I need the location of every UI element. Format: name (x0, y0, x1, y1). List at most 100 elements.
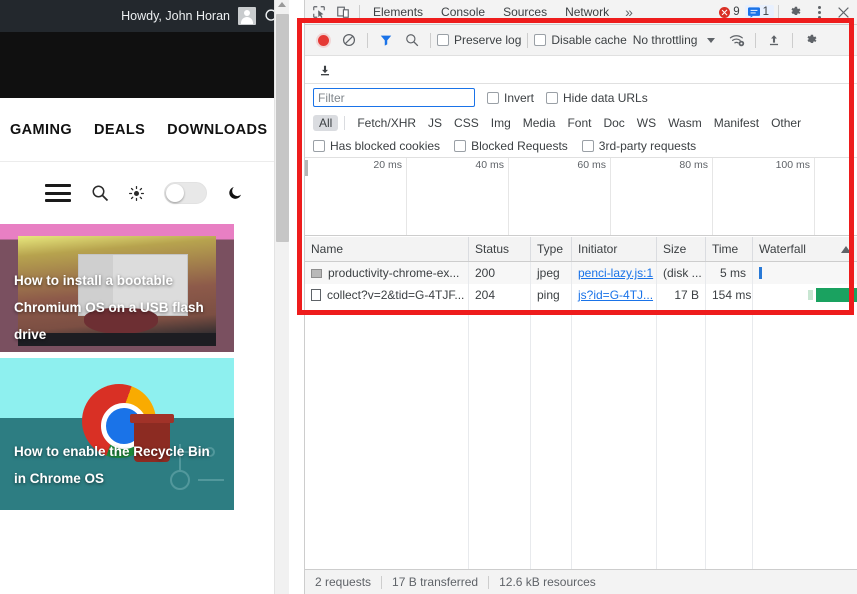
network-overview-timeline[interactable]: 20 ms 40 ms 60 ms 80 ms 100 ms (305, 158, 857, 236)
type-filter-doc[interactable]: Doc (597, 115, 630, 131)
search-icon[interactable] (91, 184, 109, 202)
cell-name[interactable]: collect?v=2&tid=G-4TJF... (305, 284, 469, 306)
cell-name-text: productivity-chrome-ex... (328, 266, 460, 280)
preserve-log-label: Preserve log (454, 33, 522, 47)
scrollbar-thumb[interactable] (276, 14, 289, 242)
error-count: 9 (733, 6, 740, 18)
error-count-badge[interactable]: 9 (716, 5, 745, 19)
type-filter-manifest[interactable]: Manifest (708, 115, 765, 131)
article-card-title: How to enable the Recycle Bin in Chrome … (14, 444, 210, 486)
cell-time: 154 ms (706, 284, 753, 306)
cell-name-text: collect?v=2&tid=G-4TJF... (327, 288, 465, 302)
page-scrollbar[interactable] (274, 0, 289, 594)
requests-table: Name Status Type Initiator Size Time Wat… (305, 237, 857, 569)
upload-icon[interactable] (762, 28, 786, 52)
column-header-size[interactable]: Size (657, 237, 706, 261)
devtools-tab-bar: Elements Console Sources Network » 9 1 (305, 0, 857, 25)
theme-toggle-switch[interactable] (164, 182, 207, 204)
cell-initiator[interactable]: penci-lazy.js:1 (572, 262, 657, 284)
avatar-icon[interactable] (238, 7, 256, 25)
hide-data-urls-checkbox[interactable]: Hide data URLs (546, 91, 648, 105)
cell-time: 5 ms (706, 262, 753, 284)
article-card[interactable]: How to install a bootable Chromium OS on… (0, 224, 234, 352)
column-header-waterfall[interactable]: Waterfall (753, 237, 857, 261)
cell-name[interactable]: productivity-chrome-ex... (305, 262, 469, 284)
download-icon[interactable] (313, 58, 337, 82)
divider (792, 32, 794, 48)
type-filter-all[interactable]: All (313, 114, 339, 131)
timeline-tick-label: 20 ms (373, 159, 402, 171)
close-icon[interactable] (831, 0, 855, 24)
invert-checkbox[interactable]: Invert (487, 91, 534, 105)
tab-console[interactable]: Console (432, 0, 494, 25)
type-filter-js[interactable]: JS (422, 115, 448, 131)
search-icon[interactable] (400, 28, 424, 52)
type-filter-other[interactable]: Other (765, 115, 807, 131)
cell-status: 200 (469, 262, 531, 284)
cell-type: ping (531, 284, 572, 306)
tab-elements[interactable]: Elements (364, 0, 432, 25)
gear-icon[interactable] (799, 28, 823, 52)
more-tabs-button[interactable]: » (618, 0, 640, 25)
column-header-waterfall-label: Waterfall (759, 241, 806, 256)
type-filter-font[interactable]: Font (561, 115, 597, 131)
chevron-down-icon[interactable] (699, 28, 723, 52)
throttling-select[interactable]: No throttling (633, 33, 698, 47)
clear-icon[interactable] (337, 28, 361, 52)
divider (430, 32, 431, 48)
cell-initiator[interactable]: js?id=G-4TJ... (572, 284, 657, 306)
admin-bar-greeting[interactable]: Howdy, John Horan (121, 9, 230, 23)
hamburger-icon[interactable] (45, 184, 71, 202)
filter-input[interactable] (313, 88, 475, 107)
type-filter-ws[interactable]: WS (631, 115, 662, 131)
table-row[interactable]: productivity-chrome-ex... 200 jpeg penci… (305, 262, 857, 284)
message-count-badge[interactable]: 1 (744, 5, 774, 19)
nav-item-deals[interactable]: DEALS (94, 122, 145, 138)
tab-sources[interactable]: Sources (494, 0, 556, 25)
third-party-requests-checkbox[interactable]: 3rd-party requests (581, 139, 696, 153)
sort-ascending-icon[interactable] (841, 245, 851, 253)
site-utility-bar (0, 162, 289, 224)
column-header-time[interactable]: Time (706, 237, 753, 261)
scroll-up-icon[interactable] (278, 2, 286, 7)
inspect-element-icon[interactable] (307, 0, 331, 24)
nav-item-downloads[interactable]: DOWNLOADS (167, 122, 267, 138)
gear-icon[interactable] (783, 0, 807, 24)
record-icon[interactable] (311, 28, 335, 52)
moon-icon (229, 187, 241, 199)
table-header-row: Name Status Type Initiator Size Time Wat… (305, 237, 857, 262)
wifi-settings-icon[interactable] (725, 28, 749, 52)
table-row[interactable]: collect?v=2&tid=G-4TJF... 204 ping js?id… (305, 284, 857, 306)
nav-item-gaming[interactable]: GAMING (10, 122, 72, 138)
article-card-title: How to install a bootable Chromium OS on… (14, 273, 204, 342)
initiator-link[interactable]: penci-lazy.js:1 (578, 266, 653, 280)
cell-waterfall[interactable] (753, 284, 857, 306)
type-filter-media[interactable]: Media (517, 115, 562, 131)
type-filter-css[interactable]: CSS (448, 115, 485, 131)
device-toolbar-icon[interactable] (331, 0, 355, 24)
type-filter-img[interactable]: Img (485, 115, 517, 131)
checkbox-box (546, 91, 559, 104)
disable-cache-checkbox[interactable]: Disable cache (534, 33, 627, 47)
article-card[interactable]: How to enable the Recycle Bin in Chrome … (0, 358, 234, 510)
column-header-status[interactable]: Status (469, 237, 531, 261)
initiator-link[interactable]: js?id=G-4TJ... (578, 288, 653, 302)
cell-waterfall[interactable] (753, 262, 857, 284)
filter-icon[interactable] (374, 28, 398, 52)
network-status-bar: 2 requests 17 B transferred 12.6 kB reso… (305, 569, 857, 594)
column-header-name[interactable]: Name (305, 237, 469, 261)
column-header-initiator[interactable]: Initiator (572, 237, 657, 261)
timeline-tick-label: 80 ms (679, 159, 708, 171)
divider (755, 32, 757, 48)
website-page: Howdy, John Horan GAMING DEALS DOWNLOADS (0, 0, 289, 594)
column-header-type[interactable]: Type (531, 237, 572, 261)
blocked-requests-checkbox[interactable]: Blocked Requests (454, 139, 568, 153)
has-blocked-cookies-checkbox[interactable]: Has blocked cookies (313, 139, 440, 153)
preserve-log-checkbox[interactable]: Preserve log (437, 33, 521, 47)
timeline-tick: 80 ms (611, 158, 713, 235)
type-filter-fetch-xhr[interactable]: Fetch/XHR (351, 115, 422, 131)
kebab-menu-icon[interactable] (807, 0, 831, 24)
tab-network[interactable]: Network (556, 0, 618, 25)
type-filter-wasm[interactable]: Wasm (662, 115, 708, 131)
has-blocked-cookies-label: Has blocked cookies (330, 138, 441, 153)
